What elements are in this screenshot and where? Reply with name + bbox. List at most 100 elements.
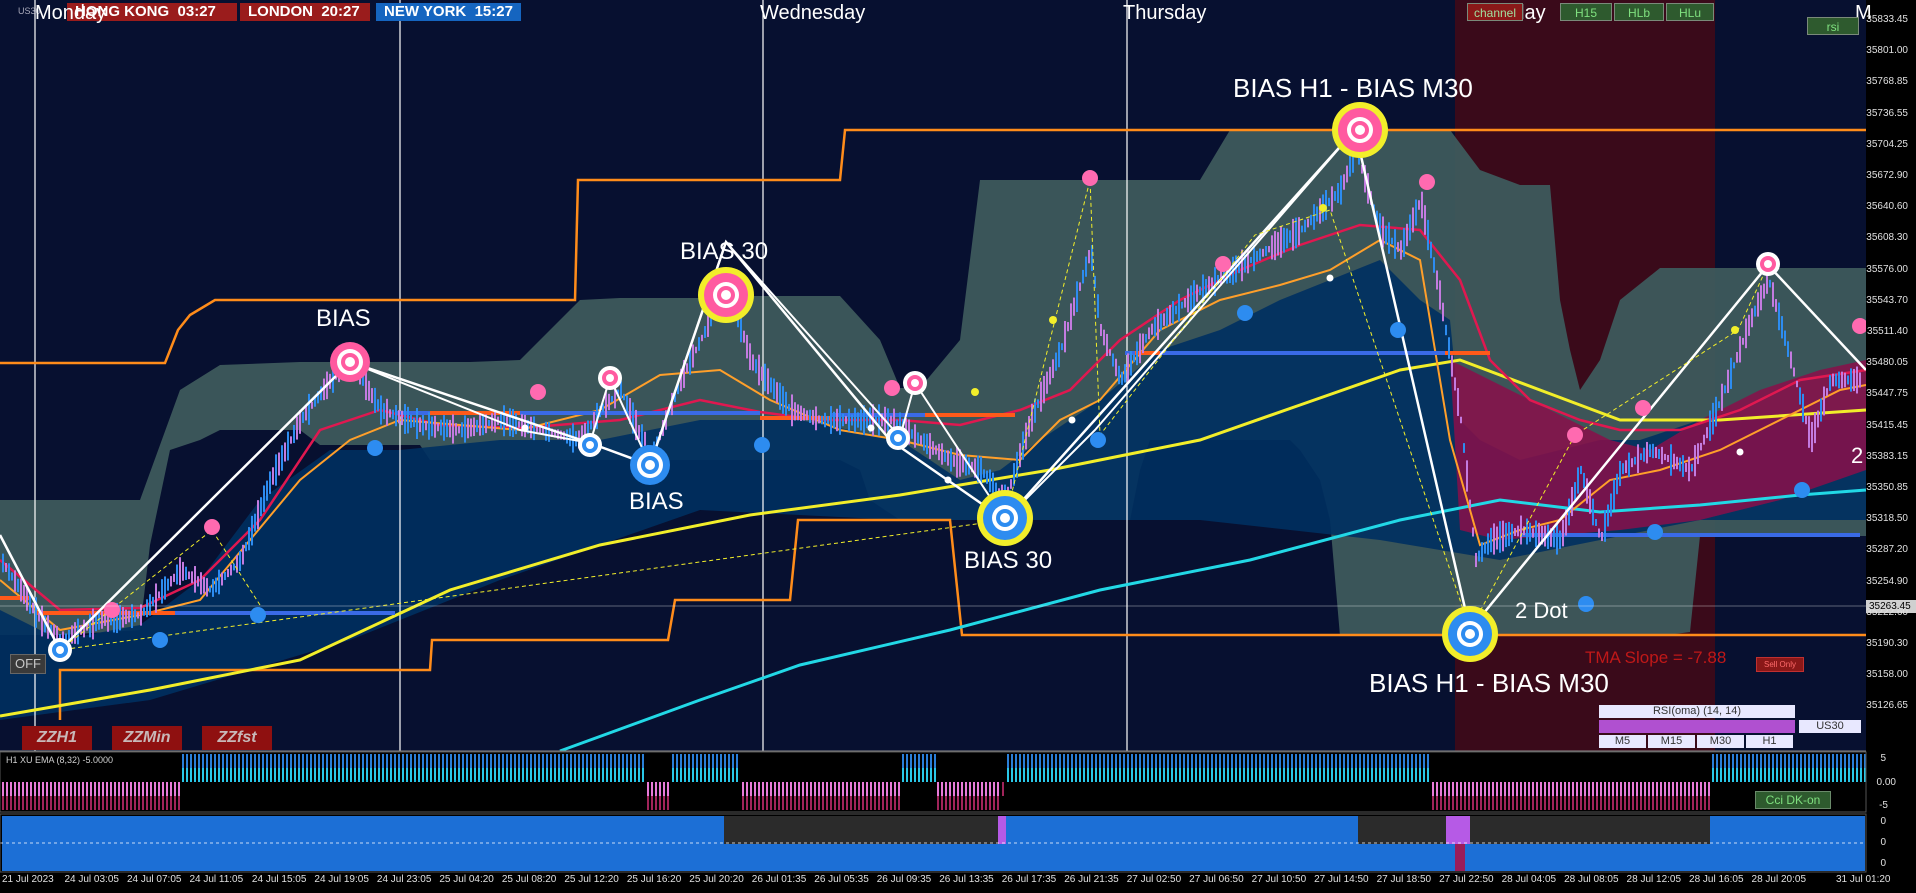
indicator1-bar — [510, 768, 512, 782]
indicator1-bar — [858, 796, 860, 810]
zzh1-button[interactable]: ZZH1 — [22, 726, 92, 750]
indicator1-bar — [366, 768, 368, 782]
indicator1-bar — [651, 796, 653, 810]
indicator1-bar — [630, 754, 632, 768]
candle — [1277, 232, 1279, 256]
candle — [365, 371, 367, 401]
indicator1-bar — [430, 754, 432, 768]
indicator1-bar — [186, 768, 188, 782]
indicator1-bar — [1099, 768, 1101, 782]
indicator1-bar — [630, 768, 632, 782]
indicator1-bar — [342, 754, 344, 768]
indicator1-bar — [1139, 754, 1141, 768]
candle — [1124, 364, 1126, 383]
candle — [371, 388, 373, 404]
indicator1-bar — [1548, 796, 1550, 810]
rsi-tf-m15[interactable]: M15 — [1648, 735, 1695, 748]
indicator1-bar — [934, 768, 936, 782]
date-tick: 31 Jul 01:20 — [1836, 874, 1891, 885]
indicator1-bar — [118, 782, 120, 796]
candle — [98, 612, 100, 630]
candle — [188, 571, 190, 580]
candle — [1832, 373, 1834, 387]
indicator1-bar — [1848, 768, 1850, 782]
indicator1-bar — [222, 754, 224, 768]
channel-button[interactable]: channel — [1467, 3, 1523, 21]
indicator1-bar — [850, 796, 852, 810]
candle — [1745, 318, 1747, 349]
candle — [1478, 550, 1480, 562]
indicator1-bar — [1183, 768, 1185, 782]
off-button[interactable]: OFF — [10, 654, 46, 674]
indicator1-bar — [810, 782, 812, 796]
candle — [752, 354, 754, 371]
zzmin-button[interactable]: ZZMin — [112, 726, 182, 750]
indicator1-bar — [1383, 754, 1385, 768]
indicator1-bar — [1500, 782, 1502, 796]
indicator1-bar — [1616, 796, 1618, 810]
candle — [806, 410, 808, 421]
candle — [1430, 241, 1432, 259]
pink-dot — [1635, 400, 1651, 416]
indicator1-bar — [354, 768, 356, 782]
indicator1-bar — [2, 796, 4, 810]
indicator1-bar — [1836, 768, 1838, 782]
indicator1-bar — [42, 782, 44, 796]
indicator1-bar — [957, 782, 959, 796]
indicator1-bar — [510, 754, 512, 768]
indicator1-bar — [246, 754, 248, 768]
indicator1-bar — [1187, 754, 1189, 768]
candle — [1148, 327, 1150, 340]
rsi-bar-row — [1599, 720, 1795, 733]
indicator1-bar — [1131, 768, 1133, 782]
indicator1-bar — [534, 768, 536, 782]
h15-button[interactable]: H15 — [1560, 3, 1612, 21]
indicator1-bar — [667, 796, 669, 810]
indicator1-bar — [802, 782, 804, 796]
hlb-button[interactable]: HLb — [1614, 3, 1664, 21]
date-tick: 27 Jul 18:50 — [1376, 874, 1432, 885]
indicator1-bar — [1852, 768, 1854, 782]
indicator1-bar — [1568, 796, 1570, 810]
indicator1-bar — [1720, 768, 1722, 782]
candle — [827, 415, 829, 425]
rsi-tf-m30[interactable]: M30 — [1697, 735, 1744, 748]
indicator1-bar — [1055, 754, 1057, 768]
indicator1-bar — [150, 796, 152, 810]
indicator1-bar — [818, 782, 820, 796]
rsi-tf-h1[interactable]: H1 — [1746, 735, 1793, 748]
indicator1-bar — [1676, 782, 1678, 796]
rsi-tf-m5[interactable]: M5 — [1599, 735, 1646, 748]
candle — [1313, 204, 1315, 230]
rsi-button[interactable]: rsi — [1807, 17, 1859, 35]
pink-dot — [530, 384, 546, 400]
indicator2-tick-bot: 0 — [1880, 858, 1886, 869]
indicator1-bar — [1740, 768, 1742, 782]
indicator1-bar — [122, 796, 124, 810]
indicator1-bar — [570, 754, 572, 768]
candle — [1535, 520, 1537, 547]
candle — [704, 326, 706, 338]
candle — [1079, 282, 1081, 291]
candle — [1595, 519, 1597, 526]
zzfst-button[interactable]: ZZfst — [202, 726, 272, 750]
indicator1-badge[interactable]: Cci DK-on — [1755, 791, 1831, 809]
trading-chart[interactable] — [0, 0, 1916, 893]
candle — [194, 566, 196, 593]
indicator1-bar — [506, 768, 508, 782]
candle — [404, 404, 406, 434]
hlu-button[interactable]: HLu — [1666, 3, 1714, 21]
indicator1-bar — [894, 782, 896, 796]
candle — [263, 485, 265, 512]
indicator1-bar — [842, 782, 844, 796]
candle — [311, 401, 313, 409]
candle — [1610, 493, 1612, 517]
indicator1-bar — [1339, 754, 1341, 768]
candle — [1814, 412, 1816, 444]
indicator1-bar — [1748, 754, 1750, 768]
candle — [1658, 449, 1660, 459]
indicator1-bar — [314, 768, 316, 782]
indicator1-bar — [94, 796, 96, 810]
indicator1-bar — [647, 782, 649, 796]
candle — [248, 527, 250, 551]
